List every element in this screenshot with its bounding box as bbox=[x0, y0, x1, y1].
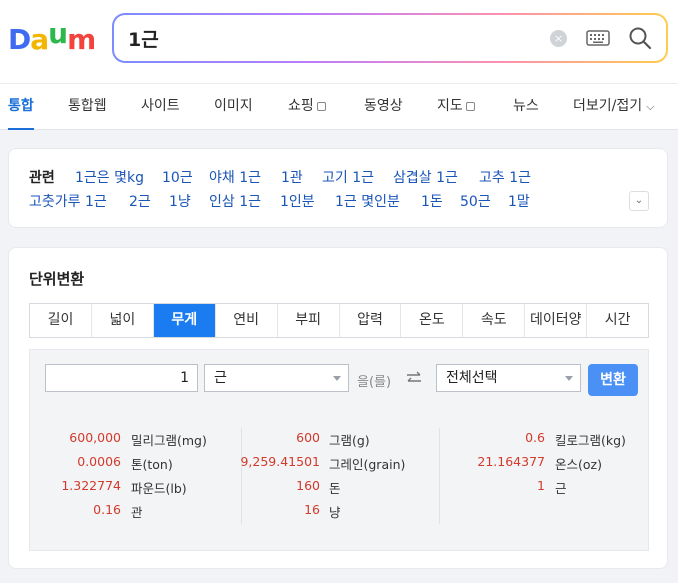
unit-tab-volume[interactable]: 부피 bbox=[278, 304, 340, 337]
result-row: 600 그램(g) bbox=[296, 430, 370, 448]
tab-news[interactable]: 뉴스 bbox=[513, 84, 539, 130]
unit-tab-data[interactable]: 데이터양 bbox=[525, 304, 588, 337]
tab-integrated[interactable]: 통합 bbox=[8, 84, 34, 130]
clear-search-icon[interactable]: × bbox=[550, 30, 567, 47]
related-link[interactable]: 2근 bbox=[129, 191, 151, 211]
unit-tab-area[interactable]: 넓이 bbox=[92, 304, 154, 337]
tab-image[interactable]: 이미지 bbox=[214, 84, 253, 130]
related-link[interactable]: 1인분 bbox=[280, 191, 315, 211]
unit-category-tabs: 길이 넓이 무게 연비 부피 압력 온도 속도 데이터양 시간 bbox=[29, 303, 649, 338]
header: Daum × bbox=[0, 0, 678, 83]
search-icon[interactable] bbox=[628, 26, 652, 50]
tab-shopping[interactable]: 쇼핑 bbox=[288, 84, 326, 130]
related-link[interactable]: 1근은 몇kg bbox=[75, 167, 144, 187]
related-heading: 관련 bbox=[29, 170, 55, 186]
result-row: 1.322774 파운드(lb) bbox=[61, 478, 187, 496]
dropdown-arrow-icon bbox=[333, 376, 341, 381]
tab-video[interactable]: 동영상 bbox=[364, 84, 403, 130]
swap-icon[interactable] bbox=[405, 369, 423, 387]
related-link[interactable]: 야채 1근 bbox=[209, 167, 261, 187]
related-link[interactable]: 1돈 bbox=[421, 191, 443, 211]
related-link[interactable]: 1말 bbox=[508, 191, 530, 211]
unit-converter: 단위변환 길이 넓이 무게 연비 부피 압력 온도 속도 데이터양 시간 근 을… bbox=[8, 247, 668, 569]
conversion-panel: 근 을(를) 전체선택 변환 600,000 밀리그램(mg) 0.0006 톤… bbox=[29, 349, 649, 551]
result-row: 0.16 관 bbox=[93, 502, 143, 520]
unit-tab-length[interactable]: 길이 bbox=[30, 304, 92, 337]
related-link[interactable]: 10근 bbox=[162, 167, 193, 187]
result-row: 21.164377 온스(oz) bbox=[477, 454, 602, 472]
particle-label: 을(를) bbox=[357, 375, 392, 390]
tab-site[interactable]: 사이트 bbox=[141, 84, 180, 130]
search-tabs: 통합 통합웹 사이트 이미지 쇼핑 동영상 지도 뉴스 더보기/접기 ⌵ bbox=[0, 83, 678, 130]
result-row: 0.0006 톤(ton) bbox=[77, 454, 173, 472]
result-row: 160 돈 bbox=[296, 478, 341, 496]
related-link[interactable]: 1냥 bbox=[169, 191, 191, 211]
related-link[interactable]: 고추 1근 bbox=[479, 167, 531, 187]
dropdown-arrow-icon bbox=[565, 376, 573, 381]
related-link[interactable]: 고기 1근 bbox=[322, 167, 374, 187]
value-input[interactable] bbox=[45, 364, 198, 392]
related-link[interactable]: 인삼 1근 bbox=[209, 191, 261, 211]
related-link[interactable]: 50근 bbox=[460, 191, 491, 211]
to-unit-value: 전체선택 bbox=[446, 370, 498, 386]
tab-map[interactable]: 지도 bbox=[437, 84, 475, 130]
svg-text:Daum: Daum bbox=[8, 23, 94, 55]
tab-integrated-web[interactable]: 통합웹 bbox=[68, 84, 107, 130]
related-link[interactable]: 1근 몇인분 bbox=[335, 191, 400, 211]
daum-logo[interactable]: Daum bbox=[8, 23, 94, 55]
related-link[interactable]: 고춧가루 1근 bbox=[29, 191, 107, 211]
external-window-icon bbox=[316, 102, 326, 111]
unit-tab-temperature[interactable]: 온도 bbox=[401, 304, 464, 337]
tab-more[interactable]: 더보기/접기 ⌵ bbox=[573, 84, 654, 130]
search-input[interactable] bbox=[128, 23, 528, 53]
unit-tab-pressure[interactable]: 압력 bbox=[340, 304, 402, 337]
to-unit-select[interactable]: 전체선택 bbox=[436, 364, 581, 392]
search-box: × bbox=[112, 13, 668, 63]
convert-button[interactable]: 변환 bbox=[588, 364, 638, 396]
external-window-icon bbox=[465, 102, 475, 111]
from-unit-value: 근 bbox=[214, 370, 227, 386]
result-row: 1 근 bbox=[537, 478, 567, 496]
expand-related-chevron-icon[interactable]: ⌄ bbox=[629, 191, 649, 211]
keyboard-icon[interactable] bbox=[586, 29, 610, 47]
unit-tab-fuel-economy[interactable]: 연비 bbox=[216, 304, 278, 337]
from-unit-select[interactable]: 근 bbox=[204, 364, 349, 392]
related-searches: 관련 1근은 몇kg 10근 야채 1근 1관 고기 1근 삼겹살 1근 고추 … bbox=[8, 148, 668, 228]
unit-tab-time[interactable]: 시간 bbox=[587, 304, 648, 337]
related-link[interactable]: 삼겹살 1근 bbox=[393, 167, 458, 187]
unit-tab-speed[interactable]: 속도 bbox=[463, 304, 526, 337]
result-row: 600,000 밀리그램(mg) bbox=[69, 430, 207, 448]
result-row: 0.6 킬로그램(kg) bbox=[525, 430, 626, 448]
result-row: 9,259.41501 그레인(grain) bbox=[240, 454, 406, 472]
unit-converter-title: 단위변환 bbox=[29, 270, 85, 288]
unit-tab-weight[interactable]: 무게 bbox=[153, 304, 216, 337]
result-row: 16 냥 bbox=[304, 502, 341, 520]
related-link[interactable]: 1관 bbox=[281, 167, 303, 187]
chevron-down-icon: ⌵ bbox=[646, 100, 655, 113]
